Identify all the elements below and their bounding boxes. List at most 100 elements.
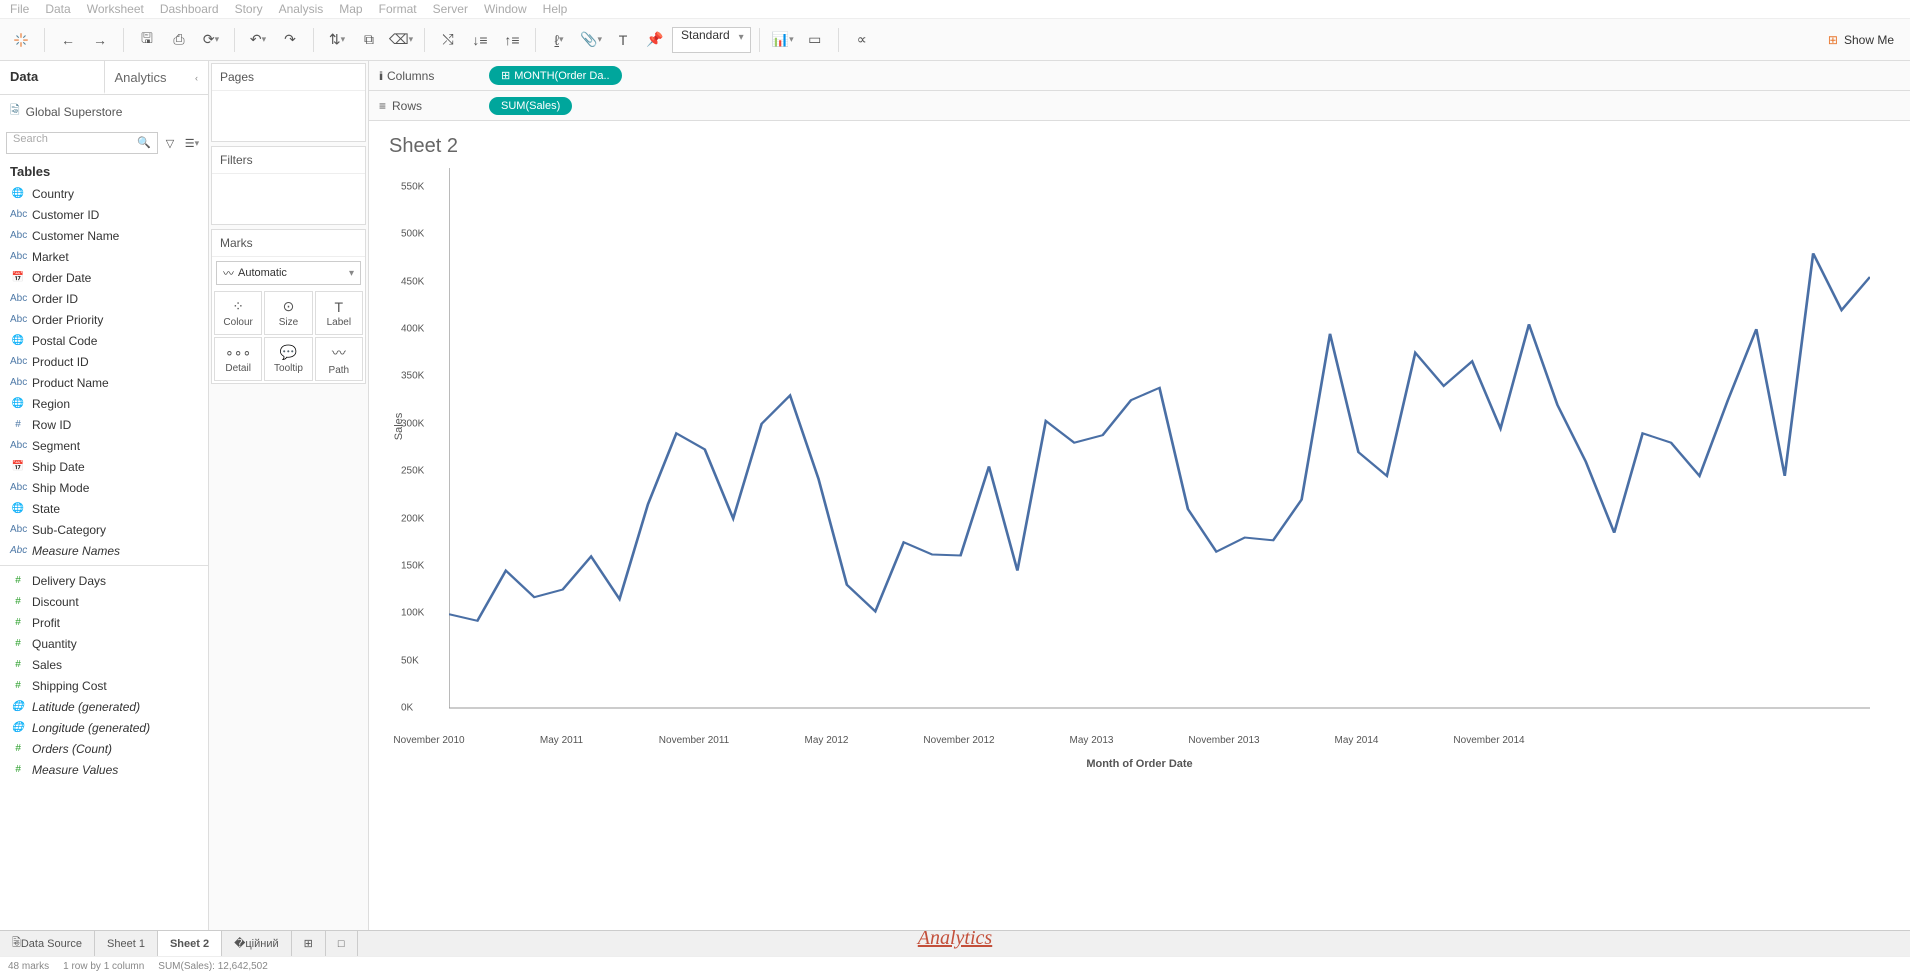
field-product-id[interactable]: AbcProduct ID: [0, 351, 208, 372]
sheet-title[interactable]: Sheet 2: [389, 131, 1890, 168]
field-latitude-generated-[interactable]: 🌐Latitude (generated): [0, 696, 208, 717]
field-profit[interactable]: #Profit: [0, 612, 208, 633]
fields-list: 🌐CountryAbcCustomer IDAbcCustomer NameAb…: [0, 183, 208, 947]
view-options-icon[interactable]: ☰▾: [182, 135, 202, 151]
field-product-name[interactable]: AbcProduct Name: [0, 372, 208, 393]
mark-path[interactable]: 〰Path: [315, 337, 363, 381]
menu-story[interactable]: Story: [235, 2, 263, 16]
field-sub-category[interactable]: AbcSub-Category: [0, 519, 208, 540]
menu-data[interactable]: Data: [45, 2, 70, 16]
field-sales[interactable]: #Sales: [0, 654, 208, 675]
field-measure-names[interactable]: AbcMeasure Names: [0, 540, 208, 561]
menu-format[interactable]: Format: [379, 2, 417, 16]
new-datasource-icon[interactable]: ⎙: [164, 25, 194, 55]
field-order-id[interactable]: AbcOrder ID: [0, 288, 208, 309]
sort-asc-icon[interactable]: ↓≡: [465, 25, 495, 55]
attach-icon[interactable]: 📎▾: [576, 25, 606, 55]
clear-icon[interactable]: ⌫▾: [386, 25, 416, 55]
menu-server[interactable]: Server: [433, 2, 468, 16]
present-icon[interactable]: ▭: [800, 25, 830, 55]
columns-pill[interactable]: ⊞MONTH(Order Da..: [489, 66, 622, 85]
menu-analysis[interactable]: Analysis: [279, 2, 324, 16]
back-icon[interactable]: ←: [53, 25, 83, 55]
field-shipping-cost[interactable]: #Shipping Cost: [0, 675, 208, 696]
visualization[interactable]: Sheet 2 Sales 0K50K100K150K200K250K300K3…: [369, 121, 1910, 947]
menu-file[interactable]: File: [10, 2, 29, 16]
x-tick: November 2013: [1188, 735, 1259, 746]
line-chart[interactable]: [449, 168, 1870, 728]
mark-tooltip[interactable]: 💬Tooltip: [264, 337, 312, 381]
y-tick: 100K: [401, 608, 424, 619]
field-delivery-days[interactable]: #Delivery Days: [0, 570, 208, 591]
fit-select[interactable]: Standard: [672, 27, 751, 53]
field-market[interactable]: AbcMarket: [0, 246, 208, 267]
filters-shelf[interactable]: Filters: [211, 146, 366, 225]
field-ship-mode[interactable]: AbcShip Mode: [0, 477, 208, 498]
tab-analytics[interactable]: Analytics‹: [105, 61, 209, 94]
pivot-icon[interactable]: ⤭: [433, 25, 463, 55]
columns-shelf[interactable]: iiiColumns ⊞MONTH(Order Da..: [369, 61, 1910, 91]
undo-icon[interactable]: ↶▾: [243, 25, 273, 55]
pages-shelf[interactable]: Pages: [211, 63, 366, 142]
menu-map[interactable]: Map: [339, 2, 362, 16]
chart-type-icon[interactable]: 📊▾: [768, 25, 798, 55]
search-input[interactable]: Search🔍: [6, 132, 158, 154]
tableau-logo-icon[interactable]: [6, 25, 36, 55]
menu-worksheet[interactable]: Worksheet: [87, 2, 144, 16]
mark-label[interactable]: TLabel: [315, 291, 363, 335]
field-orders-count-[interactable]: #Orders (Count): [0, 738, 208, 759]
field-quantity[interactable]: #Quantity: [0, 633, 208, 654]
x-tick: November 2010: [393, 735, 464, 746]
field-postal-code[interactable]: 🌐Postal Code: [0, 330, 208, 351]
field-state[interactable]: 🌐State: [0, 498, 208, 519]
sort-desc-icon[interactable]: ↑≡: [497, 25, 527, 55]
field-region[interactable]: 🌐Region: [0, 393, 208, 414]
y-tick: 550K: [401, 181, 424, 192]
data-pane: Data Analytics‹ 🗟Global Superstore Searc…: [0, 61, 209, 947]
watermark: Analytics: [918, 927, 992, 950]
share-icon[interactable]: ∝: [847, 25, 877, 55]
tab-data[interactable]: Data: [0, 61, 105, 94]
new-dashboard-icon[interactable]: ⊞: [292, 931, 326, 956]
save-icon[interactable]: 🖫: [132, 25, 162, 55]
field-longitude-generated-[interactable]: 🌐Longitude (generated): [0, 717, 208, 738]
field-measure-values[interactable]: #Measure Values: [0, 759, 208, 780]
redo-icon[interactable]: ↷: [275, 25, 305, 55]
highlight-icon[interactable]: ℓ▾: [544, 25, 574, 55]
mark-size[interactable]: ⊙Size: [264, 291, 312, 335]
field-order-date[interactable]: 📅Order Date: [0, 267, 208, 288]
new-worksheet-icon[interactable]: �ційний: [222, 931, 292, 956]
menu-dashboard[interactable]: Dashboard: [160, 2, 219, 16]
field-country[interactable]: 🌐Country: [0, 183, 208, 204]
field-order-priority[interactable]: AbcOrder Priority: [0, 309, 208, 330]
field-ship-date[interactable]: 📅Ship Date: [0, 456, 208, 477]
forward-icon[interactable]: →: [85, 25, 115, 55]
menu-help[interactable]: Help: [543, 2, 568, 16]
x-tick: November 2011: [659, 735, 729, 746]
show-me-button[interactable]: ⊞Show Me: [1818, 33, 1904, 47]
mark-detail[interactable]: ∘∘∘Detail: [214, 337, 262, 381]
autosave-icon[interactable]: ⟳▾: [196, 25, 226, 55]
y-tick: 300K: [401, 418, 424, 429]
pin-icon[interactable]: 📌: [640, 25, 670, 55]
tab-sheet2[interactable]: Sheet 2: [158, 931, 222, 956]
text-icon[interactable]: T: [608, 25, 638, 55]
swap-icon[interactable]: ⇅▾: [322, 25, 352, 55]
menu-window[interactable]: Window: [484, 2, 527, 16]
mark-colour[interactable]: ⁘Colour: [214, 291, 262, 335]
toolbar: ← → 🖫 ⎙ ⟳▾ ↶▾ ↷ ⇅▾ ⧉ ⌫▾ ⤭ ↓≡ ↑≡ ℓ▾ 📎▾ T …: [0, 19, 1910, 61]
rows-pill[interactable]: SUM(Sales): [489, 97, 572, 115]
rows-shelf[interactable]: ≡Rows SUM(Sales): [369, 91, 1910, 121]
new-story-icon[interactable]: □: [326, 931, 358, 956]
field-customer-id[interactable]: AbcCustomer ID: [0, 204, 208, 225]
filter-fields-icon[interactable]: ▽: [162, 135, 178, 151]
datasource-name[interactable]: 🗟Global Superstore: [0, 95, 208, 128]
tab-datasource[interactable]: 🗟 Data Source: [0, 931, 95, 956]
field-customer-name[interactable]: AbcCustomer Name: [0, 225, 208, 246]
tab-sheet1[interactable]: Sheet 1: [95, 931, 158, 956]
field-discount[interactable]: #Discount: [0, 591, 208, 612]
field-segment[interactable]: AbcSegment: [0, 435, 208, 456]
field-row-id[interactable]: #Row ID: [0, 414, 208, 435]
marks-type-select[interactable]: 〰Automatic: [216, 261, 361, 285]
duplicate-icon[interactable]: ⧉: [354, 25, 384, 55]
